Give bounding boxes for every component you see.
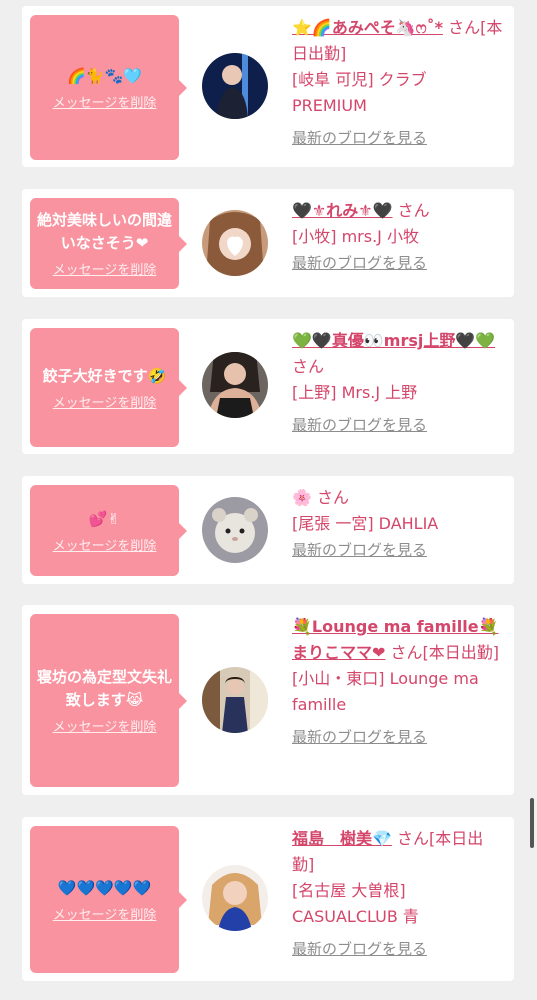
cast-info: ⭐🌈あみぺそ🦄ෆ˚* さん[本日出勤] [岐阜 可児] クラブ PREMIUM … [292, 15, 504, 151]
message-text: 🌈🐈🐾🩵 [67, 66, 142, 85]
message-text: 💕✌ [88, 509, 121, 528]
avatar[interactable] [202, 210, 268, 276]
message-card: 💙💙💙💙💙 メッセージを削除 福島 樹美💎 さん[本日出勤] [名古屋 大曽根]… [22, 817, 514, 981]
cast-name-link[interactable]: 福島 樹美💎 [292, 829, 392, 848]
san-label: さん [292, 357, 325, 376]
message-bubble: 🌈🐈🐾🩵 メッセージを削除 [30, 15, 187, 160]
cast-name-link[interactable]: 🌸 [292, 488, 312, 507]
cast-name-link[interactable]: ⭐🌈あみぺそ🦄ෆ˚* [292, 18, 443, 37]
avatar[interactable] [202, 53, 268, 119]
shop-text: [尾張 一宮] DAHLIA [292, 514, 439, 533]
message-list: 🌈🐈🐾🩵 メッセージを削除 ⭐🌈あみぺそ🦄ෆ˚* さん[本日出勤] [岐阜 可児… [0, 0, 537, 1000]
delete-message-link[interactable]: メッセージを削除 [53, 904, 157, 923]
avatar[interactable] [202, 667, 268, 733]
message-text: 絶対美味しいの間違いなさそう❤ [36, 211, 172, 252]
latest-blog-link[interactable]: 最新のブログを見る [292, 724, 504, 750]
latest-blog-link[interactable]: 最新のブログを見る [292, 125, 504, 151]
cast-name-link[interactable]: 💚🖤真優👀mrsj上野🖤💚 [292, 331, 495, 350]
message-card: 寝坊の為定型文失礼致します😹 メッセージを削除 💐Lounge ma famil… [22, 605, 514, 795]
shop-text: [名古屋 大曽根] CASUALCLUB 青 [292, 881, 419, 926]
message-card: 💕✌ メッセージを削除 🌸 さん [尾張 一宮] DAHLIA 最新のブログを見… [22, 476, 514, 584]
delete-message-link[interactable]: メッセージを削除 [53, 535, 157, 554]
san-label: さん [448, 18, 481, 37]
san-label: さん [390, 643, 423, 662]
message-text: 餃子大好きです🤣 [42, 366, 167, 385]
latest-blog-link[interactable]: 最新のブログを見る [292, 412, 504, 438]
message-bubble: 絶対美味しいの間違いなさそう❤ メッセージを削除 [30, 198, 187, 289]
delete-message-link[interactable]: メッセージを削除 [53, 392, 157, 411]
delete-message-link[interactable]: メッセージを削除 [53, 259, 157, 278]
status-text: [本日出勤] [422, 643, 500, 662]
cast-info: 💐Lounge ma famille💐まりこママ❤ さん[本日出勤] [小山・東… [292, 614, 504, 750]
latest-blog-link[interactable]: 最新のブログを見る [292, 250, 504, 276]
message-card: 絶対美味しいの間違いなさそう❤ メッセージを削除 🖤⚜れみ⚜🖤 さん [小牧] … [22, 189, 514, 297]
shop-text: [小山・東口] Lounge ma famille [292, 669, 479, 714]
message-card: 🌈🐈🐾🩵 メッセージを削除 ⭐🌈あみぺそ🦄ෆ˚* さん[本日出勤] [岐阜 可児… [22, 6, 514, 167]
shop-text: [小牧] mrs.J 小牧 [292, 227, 419, 246]
message-text: 💙💙💙💙💙 [57, 878, 152, 897]
message-bubble: 餃子大好きです🤣 メッセージを削除 [30, 328, 187, 447]
cast-info: 福島 樹美💎 さん[本日出勤] [名古屋 大曽根] CASUALCLUB 青 最… [292, 826, 504, 962]
message-text: 寝坊の為定型文失礼致します😹 [36, 668, 172, 709]
message-bubble: 💙💙💙💙💙 メッセージを削除 [30, 826, 187, 973]
shop-text: [上野] Mrs.J 上野 [292, 383, 418, 402]
message-bubble: 💕✌ メッセージを削除 [30, 485, 187, 576]
scrollbar[interactable] [530, 798, 534, 848]
san-label: さん [397, 829, 430, 848]
cast-info: 🖤⚜れみ⚜🖤 さん [小牧] mrs.J 小牧 最新のブログを見る [292, 198, 504, 276]
avatar[interactable] [202, 865, 268, 931]
san-label: さん [397, 201, 430, 220]
avatar[interactable] [202, 497, 268, 563]
message-card: 餃子大好きです🤣 メッセージを削除 💚🖤真優👀mrsj上野🖤💚 さん [上野] … [22, 319, 514, 454]
delete-message-link[interactable]: メッセージを削除 [53, 92, 157, 111]
shop-text: [岐阜 可児] クラブ PREMIUM [292, 70, 427, 115]
latest-blog-link[interactable]: 最新のブログを見る [292, 936, 504, 962]
cast-info: 🌸 さん [尾張 一宮] DAHLIA 最新のブログを見る [292, 485, 504, 563]
cast-name-link[interactable]: 🖤⚜れみ⚜🖤 [292, 201, 393, 220]
latest-blog-link[interactable]: 最新のブログを見る [292, 537, 504, 563]
delete-message-link[interactable]: メッセージを削除 [53, 716, 157, 735]
cast-info: 💚🖤真優👀mrsj上野🖤💚 さん [上野] Mrs.J 上野 最新のブログを見る [292, 328, 504, 438]
message-bubble: 寝坊の為定型文失礼致します😹 メッセージを削除 [30, 614, 187, 787]
san-label: さん [317, 488, 350, 507]
avatar[interactable] [202, 352, 268, 418]
